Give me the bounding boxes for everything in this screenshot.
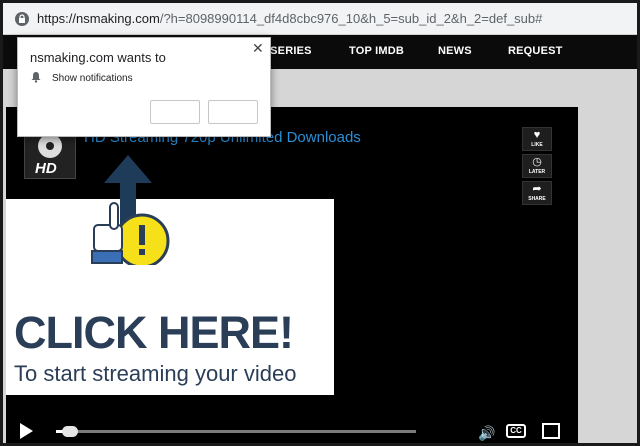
seek-handle[interactable] — [62, 426, 78, 437]
film-reel-icon — [38, 134, 62, 158]
popup-title: nsmaking.com wants to — [30, 50, 166, 65]
notification-permission-popup: nsmaking.com wants to ✕ Show notificatio… — [17, 37, 271, 137]
watch-later-button[interactable]: ◷ LATER — [522, 154, 552, 178]
address-bar[interactable]: https://nsmaking.com/?h=8098990114_df4d8… — [3, 3, 637, 35]
heart-icon: ♥ — [533, 129, 541, 141]
nav-item-news[interactable]: NEWS — [438, 45, 472, 57]
hd-logo-text: HD — [35, 160, 57, 177]
lock-icon[interactable] — [15, 12, 29, 26]
clock-icon: ◷ — [532, 156, 542, 168]
click-arrow-graphic — [91, 155, 170, 265]
captions-button[interactable]: CC — [506, 424, 526, 438]
share-label: SHARE — [528, 196, 546, 202]
url-path: /?h=8098990114_df4d8cbc976_10&h_5=sub_id… — [159, 11, 543, 26]
player-controls: 🔊 CC — [6, 419, 578, 443]
later-label: LATER — [528, 169, 546, 175]
seek-bar[interactable] — [56, 430, 416, 433]
browser-window: https://nsmaking.com/?h=8098990114_df4d8… — [3, 3, 637, 443]
nav-item-request[interactable]: REQUEST — [508, 45, 563, 57]
volume-icon[interactable]: 🔊 — [478, 425, 495, 442]
share-button[interactable]: ➦ SHARE — [522, 181, 552, 205]
permission-text: Show notifications — [52, 73, 133, 84]
allow-button[interactable] — [150, 100, 200, 124]
fullscreen-icon[interactable] — [542, 423, 560, 439]
url-text[interactable]: https://nsmaking.com/?h=8098990114_df4d8… — [37, 11, 542, 26]
nav-item-top-imdb[interactable]: TOP IMDB — [349, 45, 404, 57]
bell-icon — [31, 72, 41, 83]
share-icon: ➦ — [532, 183, 542, 195]
play-icon[interactable] — [20, 423, 33, 439]
block-button[interactable] — [208, 100, 258, 124]
url-host: https://nsmaking.com — [37, 11, 160, 26]
click-here-ad[interactable]: CLICK HERE! To start streaming your vide… — [6, 155, 334, 395]
ad-subline[interactable]: To start streaming your video — [14, 361, 296, 387]
ad-headline[interactable]: CLICK HERE! — [14, 307, 294, 359]
like-button[interactable]: ♥ LIKE — [522, 127, 552, 151]
close-icon[interactable]: ✕ — [252, 40, 264, 57]
like-label: LIKE — [531, 142, 543, 148]
